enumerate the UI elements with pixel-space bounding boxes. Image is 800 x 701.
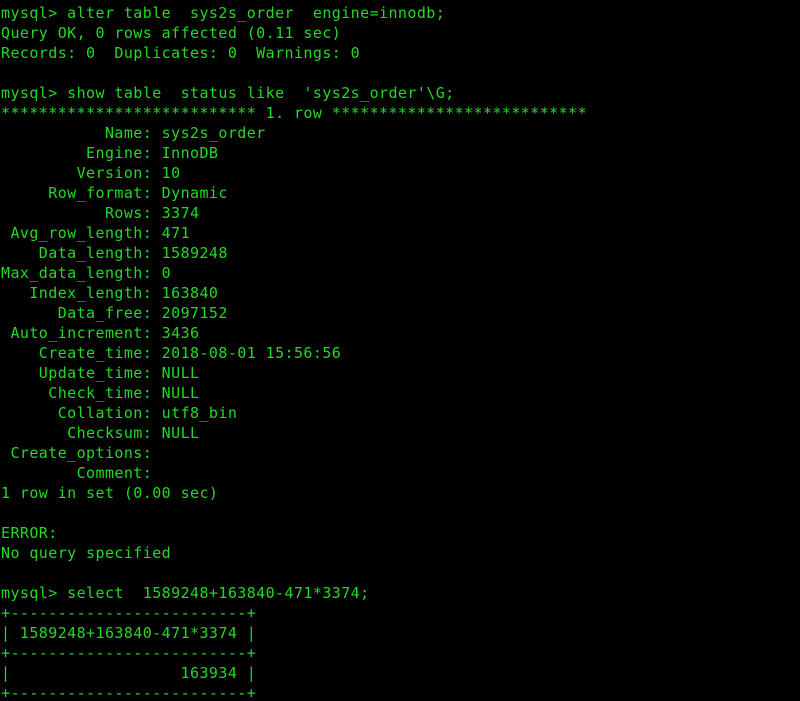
terminal-line: Records: 0 Duplicates: 0 Warnings: 0 [1, 44, 361, 62]
terminal-line: +-------------------------+ [1, 684, 257, 701]
terminal-line: +-------------------------+ [1, 644, 257, 662]
terminal-line: *************************** 1. row *****… [1, 104, 587, 122]
terminal-line: Engine: InnoDB [1, 144, 219, 162]
terminal-line: +-------------------------+ [1, 604, 257, 622]
terminal-window[interactable]: mysql> alter table sys2s_order engine=in… [0, 0, 800, 701]
terminal-line: Data_free: 2097152 [1, 304, 228, 322]
terminal-line: | 163934 | [1, 664, 257, 682]
terminal-line: Name: sys2s_order [1, 124, 266, 142]
terminal-line: Collation: utf8_bin [1, 404, 238, 422]
terminal-line: No query specified [1, 544, 172, 562]
terminal-line: Check_time: NULL [1, 384, 200, 402]
terminal-line: mysql> select 1589248+163840-471*3374; [1, 584, 370, 602]
terminal-line: mysql> alter table sys2s_order engine=in… [1, 4, 446, 22]
terminal-line: Create_options: [1, 444, 153, 462]
terminal-line: | 1589248+163840-471*3374 | [1, 624, 257, 642]
terminal-line: Create_time: 2018-08-01 15:56:56 [1, 344, 342, 362]
terminal-output: mysql> alter table sys2s_order engine=in… [1, 3, 800, 701]
terminal-line: Index_length: 163840 [1, 284, 219, 302]
terminal-line: Checksum: NULL [1, 424, 200, 442]
terminal-line: ERROR: [1, 524, 58, 542]
terminal-line: Query OK, 0 rows affected (0.11 sec) [1, 24, 342, 42]
terminal-line: Rows: 3374 [1, 204, 200, 222]
terminal-line: Version: 10 [1, 164, 181, 182]
terminal-line: Row_format: Dynamic [1, 184, 228, 202]
terminal-line: Auto_increment: 3436 [1, 324, 200, 342]
terminal-line: Data_length: 1589248 [1, 244, 228, 262]
terminal-line: Update_time: NULL [1, 364, 200, 382]
terminal-line: mysql> show table status like 'sys2s_ord… [1, 84, 455, 102]
terminal-line: Comment: [1, 464, 153, 482]
terminal-line: Max_data_length: 0 [1, 264, 172, 282]
terminal-line: 1 row in set (0.00 sec) [1, 484, 219, 502]
terminal-line: Avg_row_length: 471 [1, 224, 191, 242]
